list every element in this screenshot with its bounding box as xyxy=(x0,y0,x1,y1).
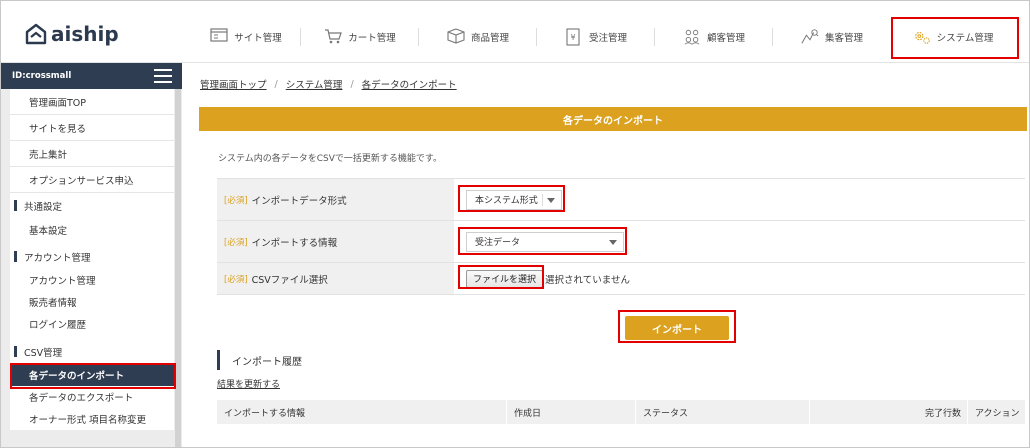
sidebar-item-data-export[interactable]: 各データのエクスポート xyxy=(10,386,174,408)
sidebar-section-csv: CSV管理 xyxy=(10,339,174,364)
hamburger-menu-icon[interactable] xyxy=(154,69,172,83)
sidebar-item-label: ログイン履歴 xyxy=(29,320,87,331)
page-description: システム内の各データをCSVで一括更新する機能です。 xyxy=(218,154,442,164)
required-tag: [必須] xyxy=(224,195,248,206)
form-row-format: [必須] インポートデータ形式 本システム形式 xyxy=(217,179,1025,221)
sidebar-section-account: アカウント管理 xyxy=(10,244,174,269)
nav-order-management[interactable]: ¥ 受注管理 xyxy=(537,15,655,59)
sidebar-item-option-service[interactable]: オプションサービス申込 xyxy=(10,167,174,193)
section-title: アカウント管理 xyxy=(24,252,91,264)
sidebar-item-view-site[interactable]: サイトを見る xyxy=(10,115,174,141)
highlight-format-select xyxy=(458,185,565,212)
app-frame: aiship サイト管理 カート管理 商品管理 ¥ 受注管理 顧客管理 集客管理… xyxy=(0,0,1030,448)
nav-label: カート管理 xyxy=(348,33,396,44)
column-header-created-date[interactable]: 作成日 xyxy=(507,400,636,424)
file-status: 選択されていません xyxy=(545,274,630,286)
page-title: 各データのインポート xyxy=(199,107,1027,131)
required-tag: [必須] xyxy=(224,274,248,285)
top-header: aiship サイト管理 カート管理 商品管理 ¥ 受注管理 顧客管理 集客管理… xyxy=(1,1,1029,63)
nav-label: サイト管理 xyxy=(234,33,282,44)
column-header-status[interactable]: ステータス xyxy=(636,400,810,424)
nav-product-management[interactable]: 商品管理 xyxy=(419,15,537,59)
main-content: 管理画面トップ / システム管理 / 各データのインポート 各データのインポート… xyxy=(182,63,1029,447)
sidebar-item-label: オーナー形式 項目名称変更 xyxy=(29,415,147,426)
sidebar-item-label: 基本設定 xyxy=(29,226,68,237)
people-icon xyxy=(683,28,701,46)
account-id: ID:crossmall xyxy=(12,71,72,81)
sidebar-item-label: 売上集計 xyxy=(29,149,68,161)
chart-search-icon xyxy=(801,28,819,46)
highlight-info-select xyxy=(458,227,627,255)
logo-house-icon xyxy=(25,23,47,45)
sidebar-item-label: 各データのエクスポート xyxy=(29,393,134,404)
field-label: [必須] CSVファイル選択 xyxy=(217,263,454,294)
section-title-text: インポート履歴 xyxy=(232,356,302,368)
sidebar-item-seller-info[interactable]: 販売者情報 xyxy=(10,291,174,313)
yen-document-icon: ¥ xyxy=(565,28,583,46)
aiship-logo[interactable]: aiship xyxy=(25,21,119,47)
field-label: [必須] インポートデータ形式 xyxy=(217,179,454,220)
column-header-action[interactable]: アクション xyxy=(968,400,1025,424)
sidebar-section-common: 共通設定 xyxy=(10,193,174,218)
field-label-text: CSVファイル選択 xyxy=(251,274,328,286)
field-label: [必須] インポートする情報 xyxy=(217,221,454,262)
section-title: 共通設定 xyxy=(24,201,63,213)
nav-marketing-management[interactable]: 集客管理 xyxy=(773,15,891,59)
nav-cart-management[interactable]: カート管理 xyxy=(301,15,419,59)
svg-text:¥: ¥ xyxy=(570,33,575,42)
sidebar-item-sales-summary[interactable]: 売上集計 xyxy=(10,141,174,167)
field-label-text: インポートデータ形式 xyxy=(251,195,347,207)
sidebar-item-admin-top[interactable]: 管理画面TOP xyxy=(10,89,174,115)
nav-label: 受注管理 xyxy=(588,33,627,44)
sidebar-item-label: オプションサービス申込 xyxy=(29,175,134,187)
sidebar-item-basic-settings[interactable]: 基本設定 xyxy=(10,218,174,242)
import-history-title: インポート履歴 xyxy=(217,350,302,370)
refresh-results-link[interactable]: 結果を更新する xyxy=(217,377,280,390)
nav-label: 顧客管理 xyxy=(706,33,745,44)
nav-customer-management[interactable]: 顧客管理 xyxy=(655,15,773,59)
required-tag: [必須] xyxy=(224,237,248,248)
sidebar-account-bar: ID:crossmall xyxy=(1,63,182,89)
breadcrumb-separator: / xyxy=(350,78,354,90)
sidebar-item-login-history[interactable]: ログイン履歴 xyxy=(10,313,174,335)
nav-label: 集客管理 xyxy=(824,33,863,44)
highlight-file-button xyxy=(458,265,544,289)
breadcrumb: 管理画面トップ / システム管理 / 各データのインポート xyxy=(200,77,457,92)
box-icon xyxy=(447,28,465,46)
nav-label: 商品管理 xyxy=(470,33,509,44)
nav-site-management[interactable]: サイト管理 xyxy=(191,15,301,59)
section-title: CSV管理 xyxy=(24,347,63,359)
breadcrumb-separator: / xyxy=(274,78,278,90)
sidebar-scrollbar[interactable] xyxy=(175,89,181,447)
sidebar-item-label: サイトを見る xyxy=(29,123,87,135)
breadcrumb-data-import[interactable]: 各データのインポート xyxy=(362,77,457,91)
sidebar-item-account-management[interactable]: アカウント管理 xyxy=(10,269,174,291)
logo-text: aiship xyxy=(51,22,119,46)
column-header-import-info[interactable]: インポートする情報 xyxy=(217,400,507,424)
form-row-csv: [必須] CSVファイル選択 ファイルを選択 選択されていません xyxy=(217,263,1025,295)
highlight-import-button xyxy=(618,310,736,343)
breadcrumb-admin-top[interactable]: 管理画面トップ xyxy=(200,77,267,91)
sidebar-item-label: 販売者情報 xyxy=(29,298,77,309)
column-header-completed-rows[interactable]: 完了行数 xyxy=(810,400,968,424)
cart-icon xyxy=(324,28,343,46)
highlight-system-management xyxy=(891,17,1019,59)
sidebar-item-label: アカウント管理 xyxy=(29,276,96,287)
sidebar: ID:crossmall 管理画面TOP サイトを見る 売上集計 オプションサー… xyxy=(1,63,182,447)
sidebar-item-owner-format-rename[interactable]: オーナー形式 項目名称変更 xyxy=(10,408,174,430)
highlight-data-import xyxy=(10,363,176,389)
field-label-text: インポートする情報 xyxy=(251,237,338,249)
breadcrumb-system-management[interactable]: システム管理 xyxy=(286,77,343,91)
history-table-header: インポートする情報 作成日 ステータス 完了行数 アクション xyxy=(217,400,1025,424)
sidebar-item-label: 管理画面TOP xyxy=(29,97,87,109)
site-window-icon xyxy=(210,28,228,46)
